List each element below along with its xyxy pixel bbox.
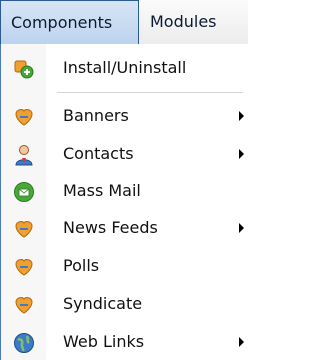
menu-item-label: Syndicate bbox=[63, 294, 143, 313]
menu-item-label: Web Links bbox=[63, 332, 145, 351]
menu-item-syndicate[interactable]: Syndicate bbox=[1, 286, 248, 322]
menu-item-label: Polls bbox=[63, 256, 100, 275]
component-icon bbox=[13, 256, 35, 278]
menu-item-label: Mass Mail bbox=[63, 181, 141, 200]
components-dropdown: Install/Uninstall Banners Contacts Mass … bbox=[0, 44, 248, 360]
component-icon bbox=[13, 294, 35, 316]
menu-modules[interactable]: Modules bbox=[150, 0, 248, 44]
menu-item-contacts[interactable]: Contacts bbox=[1, 136, 248, 172]
submenu-arrow-icon bbox=[239, 111, 244, 121]
install-icon bbox=[13, 58, 35, 80]
menu-item-banners[interactable]: Banners bbox=[1, 98, 248, 134]
contacts-icon bbox=[13, 144, 35, 166]
menu-item-news-feeds[interactable]: News Feeds bbox=[1, 210, 248, 246]
menu-separator bbox=[57, 92, 243, 93]
mass-mail-icon bbox=[13, 181, 35, 203]
submenu-arrow-icon bbox=[239, 223, 244, 233]
menu-item-label: Install/Uninstall bbox=[63, 58, 187, 77]
submenu-arrow-icon bbox=[239, 337, 244, 347]
menu-item-label: News Feeds bbox=[63, 218, 158, 237]
menu-item-label: Banners bbox=[63, 106, 129, 125]
menu-item-polls[interactable]: Polls bbox=[1, 248, 248, 284]
menu-components[interactable]: Components bbox=[0, 0, 139, 44]
submenu-arrow-icon bbox=[239, 149, 244, 159]
menu-item-web-links[interactable]: Web Links bbox=[1, 324, 248, 360]
menubar: Components Modules bbox=[0, 0, 248, 45]
menu-item-label: Contacts bbox=[63, 144, 134, 163]
globe-icon bbox=[13, 332, 35, 354]
screen: Components Modules Install/Uninstall Ban… bbox=[0, 0, 248, 360]
menu-item-mass-mail[interactable]: Mass Mail bbox=[1, 173, 248, 209]
component-icon bbox=[13, 218, 35, 240]
menu-item-install-uninstall[interactable]: Install/Uninstall bbox=[1, 50, 248, 86]
component-icon bbox=[13, 106, 35, 128]
